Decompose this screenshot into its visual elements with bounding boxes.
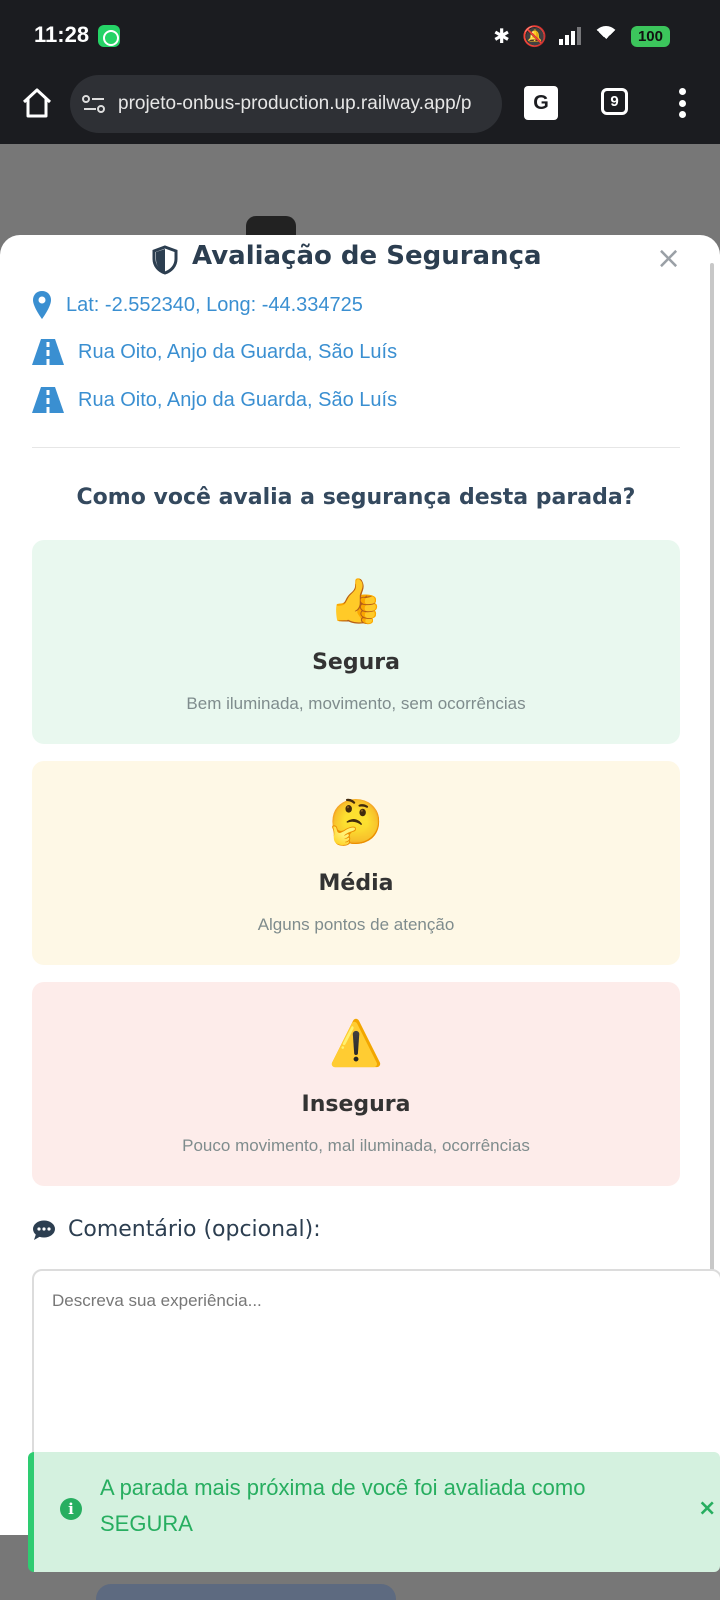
address-text-2: Rua Oito, Anjo da Guarda, São Luís bbox=[78, 388, 398, 411]
tab-switcher-button[interactable]: 9 bbox=[601, 88, 628, 115]
status-icons: ✱ 🔕 100 bbox=[493, 22, 670, 50]
rating-question: Como você avalia a segurança desta parad… bbox=[76, 485, 636, 510]
close-modal-button[interactable]: × bbox=[656, 241, 681, 277]
mute-icon: 🔕 bbox=[522, 24, 547, 48]
status-bar: 11:28 ✱ 🔕 100 bbox=[0, 0, 720, 72]
option-description: Pouco movimento, mal iluminada, ocorrênc… bbox=[182, 1136, 530, 1155]
signal-icon bbox=[558, 27, 581, 45]
toast-close-button[interactable]: × bbox=[698, 1496, 716, 1521]
option-description: Alguns pontos de atenção bbox=[257, 915, 455, 934]
warning-icon: ⚠️ bbox=[328, 1018, 384, 1069]
address-row-1: Rua Oito, Anjo da Guarda, São Luís bbox=[32, 339, 397, 365]
more-menu-icon[interactable] bbox=[678, 88, 686, 118]
modal-scrollbar[interactable] bbox=[710, 263, 714, 1403]
modal-header: Avaliação de Segurança × bbox=[0, 235, 720, 279]
toast-message: A parada mais próxima de você foi avalia… bbox=[100, 1475, 586, 1536]
success-toast: i A parada mais próxima de você foi aval… bbox=[28, 1452, 720, 1572]
divider bbox=[32, 447, 680, 448]
comment-label-text: Comentário (opcional): bbox=[68, 1217, 321, 1242]
url-text: projeto-onbus-production.up.railway.app/… bbox=[118, 93, 472, 114]
comment-label: Comentário (opcional): bbox=[32, 1217, 321, 1242]
road-icon bbox=[32, 387, 64, 413]
road-icon bbox=[32, 339, 64, 365]
option-title: Segura bbox=[312, 650, 400, 675]
info-icon: i bbox=[60, 1498, 82, 1520]
browser-toolbar: projeto-onbus-production.up.railway.app/… bbox=[0, 72, 720, 144]
rating-option-safe[interactable]: 👍 Segura Bem iluminada, movimento, sem o… bbox=[32, 540, 680, 744]
coordinates-text: Lat: -2.552340, Long: -44.334725 bbox=[66, 293, 363, 316]
home-icon[interactable] bbox=[20, 86, 54, 120]
rating-option-unsafe[interactable]: ⚠️ Insegura Pouco movimento, mal ilumina… bbox=[32, 982, 680, 1186]
option-title: Insegura bbox=[301, 1092, 411, 1117]
address-row-2: Rua Oito, Anjo da Guarda, São Luís bbox=[32, 387, 397, 413]
shield-icon bbox=[152, 245, 178, 275]
map-pin-icon bbox=[33, 291, 51, 319]
option-title: Média bbox=[318, 871, 394, 896]
background-logo bbox=[246, 216, 296, 236]
comment-icon bbox=[33, 1220, 55, 1240]
site-settings-icon[interactable] bbox=[82, 94, 106, 114]
whatsapp-notification-icon bbox=[98, 25, 120, 47]
rating-option-medium[interactable]: 🤔 Média Alguns pontos de atenção bbox=[32, 761, 680, 965]
address-text-1: Rua Oito, Anjo da Guarda, São Luís bbox=[78, 340, 398, 363]
modal-title: Avaliação de Segurança bbox=[192, 241, 542, 271]
thumbs-up-icon: 👍 bbox=[328, 576, 384, 627]
wifi-icon bbox=[593, 26, 619, 46]
status-time: 11:28 bbox=[34, 22, 90, 47]
coordinates-row: Lat: -2.552340, Long: -44.334725 bbox=[32, 290, 363, 320]
safety-rating-modal: Avaliação de Segurança × Lat: -2.552340,… bbox=[0, 235, 720, 1535]
translate-icon[interactable]: G bbox=[524, 86, 558, 120]
comment-textarea[interactable]: Descreva sua experiência... bbox=[32, 1269, 720, 1469]
background-button bbox=[96, 1584, 396, 1600]
address-bar[interactable]: projeto-onbus-production.up.railway.app/… bbox=[70, 75, 502, 133]
option-description: Bem iluminada, movimento, sem ocorrência… bbox=[186, 694, 526, 713]
thinking-face-icon: 🤔 bbox=[328, 797, 384, 848]
battery-icon: 100 bbox=[630, 25, 670, 47]
bluetooth-icon: ✱ bbox=[493, 24, 511, 48]
